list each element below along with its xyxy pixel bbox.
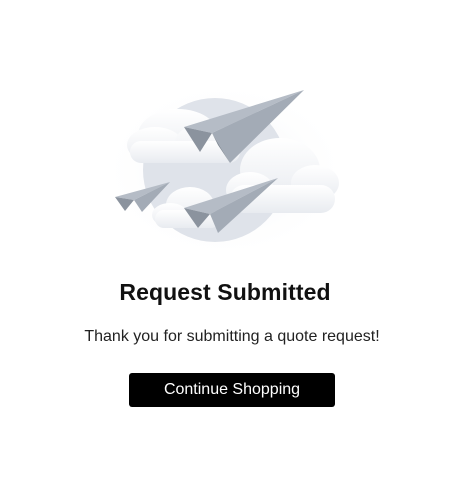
- dialog-message: Thank you for submitting a quote request…: [84, 328, 380, 345]
- submission-confirmation: Request Submitted Thank you for submitti…: [0, 0, 450, 482]
- dialog-title: Request Submitted: [119, 279, 331, 305]
- paper-planes-illustration: [100, 80, 350, 260]
- continue-shopping-button[interactable]: Continue Shopping: [129, 373, 335, 407]
